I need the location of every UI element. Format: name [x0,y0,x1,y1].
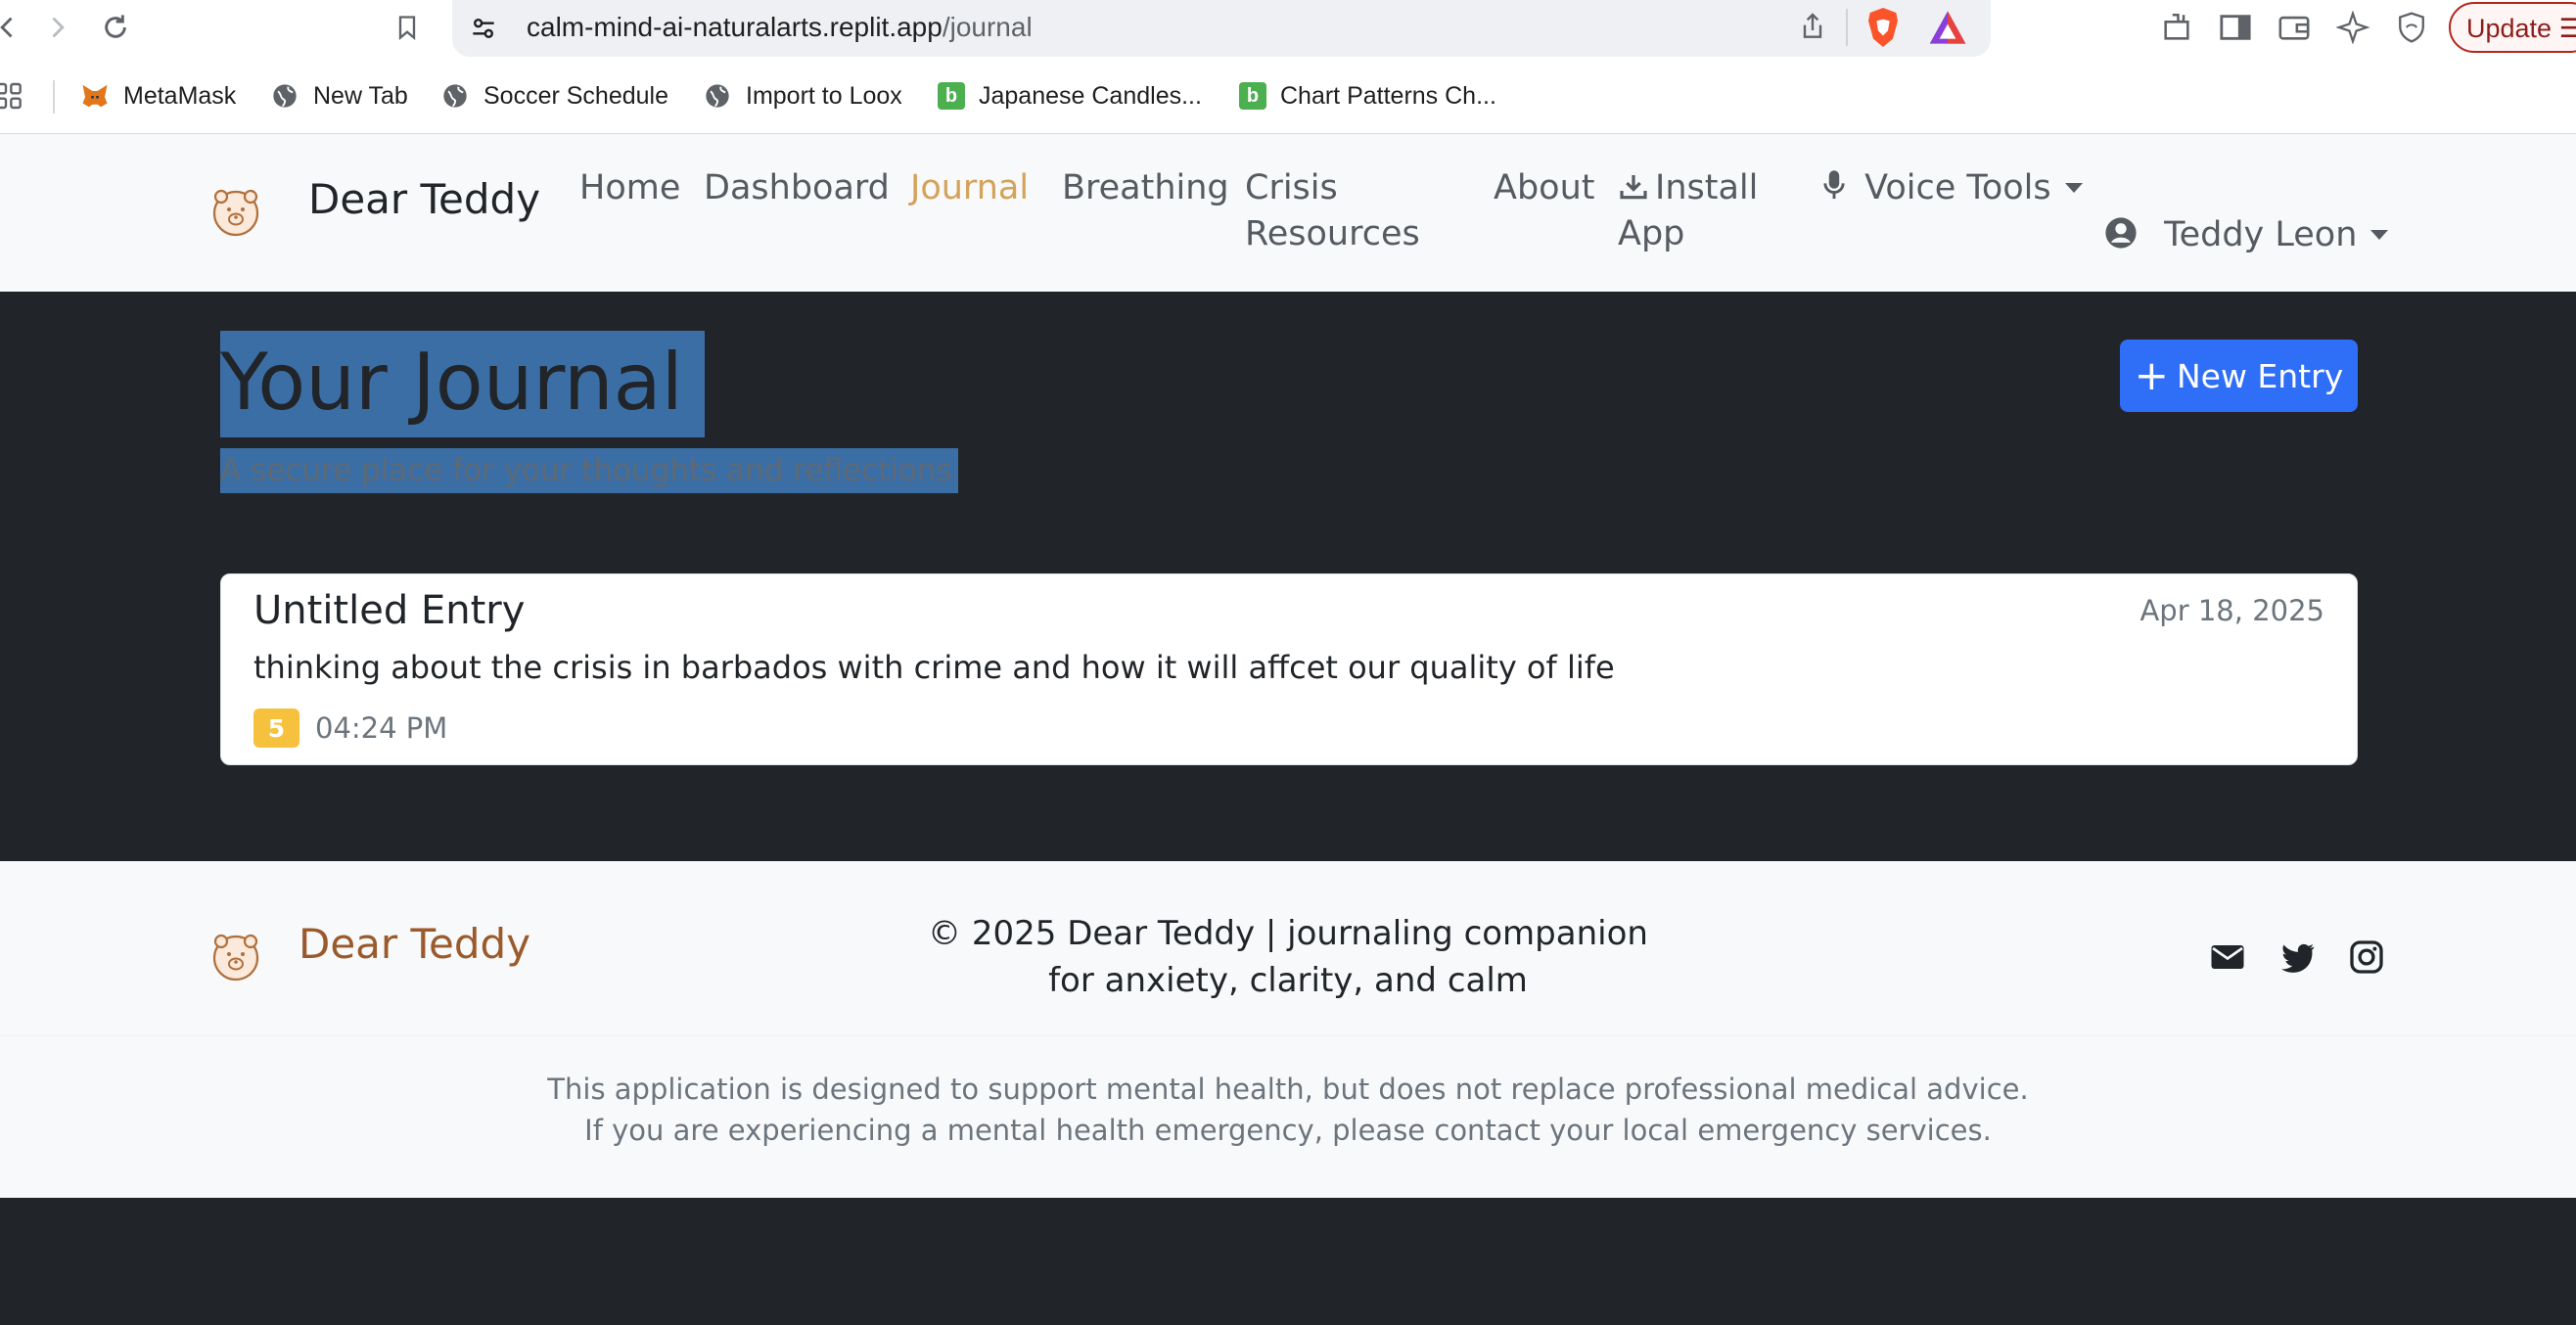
nav-about[interactable]: About [1494,165,1594,211]
instagram-icon[interactable] [2349,939,2384,975]
microphone-icon [1823,170,1845,200]
journal-main: Your Journal A secure place for your tho… [0,292,2576,861]
address-divider [1846,9,1848,46]
nav-install-line2: App [1618,214,1685,253]
sidebar-icon[interactable] [2216,8,2255,47]
medical-disclaimer: This application is designed to support … [309,1069,2267,1151]
url-host: calm-mind-ai-naturalarts.replit.app [527,12,943,42]
user-name: Teddy Leon [2164,215,2358,254]
chevron-down-icon [2064,183,2083,193]
disclaimer-line1: This application is designed to support … [547,1073,2029,1106]
bookmarks-divider [53,80,55,114]
teddy-logo-icon[interactable] [209,185,262,238]
apps-grid-icon[interactable] [0,78,25,117]
footer-copyright: © 2025 Dear Teddy | journaling companion… [881,910,1695,1004]
bookmark-label: Import to Loox [746,81,902,110]
share-icon[interactable] [1797,10,1828,47]
disclaimer-line2: If you are experiencing a mental health … [584,1114,1992,1147]
address-bar[interactable]: calm-mind-ai-naturalarts.replit.app/jour… [452,0,1991,57]
vpn-icon[interactable] [2392,8,2431,47]
nav-breathing[interactable]: Breathing [1062,165,1229,211]
journal-entry-card[interactable]: Untitled Entry Apr 18, 2025 thinking abo… [220,573,2358,765]
bookmark-import-to-loox[interactable]: Import to Loox [703,76,902,115]
footer-copyright-line1: © 2025 Dear Teddy | journaling companion [928,914,1648,953]
page-bottom-background [0,1198,2576,1325]
bookmark-japanese-candles[interactable]: b Japanese Candles... [938,76,1202,115]
address-row: calm-mind-ai-naturalarts.replit.app/jour… [0,0,2576,57]
update-button[interactable]: Update ☰ [2449,2,2576,53]
leo-ai-icon[interactable] [2333,8,2372,47]
nav-journal[interactable]: Journal [910,165,1029,211]
new-entry-label: New Entry [2176,356,2344,395]
teddy-logo-icon [212,934,259,982]
entry-date: Apr 18, 2025 [2139,594,2324,627]
brave-rewards-icon[interactable] [1928,9,1967,50]
bookmark-chart-patterns[interactable]: b Chart Patterns Ch... [1239,76,1496,115]
nav-voice-tools-label: Voice Tools [1864,168,2051,207]
extensions-icon[interactable] [2157,8,2196,47]
footer-copyright-line2: for anxiety, clarity, and calm [1048,961,1528,1000]
b-green-icon: b [1239,82,1266,110]
site-settings-icon[interactable] [468,13,499,48]
menu-icon: ☰ [2558,14,2576,43]
user-avatar-icon [2105,217,2137,249]
nav-dashboard[interactable]: Dashboard [704,165,890,211]
wallet-icon[interactable] [2275,8,2314,47]
globe-icon [703,81,732,111]
footer-divider [0,1035,2576,1036]
site-footer: Dear Teddy © 2025 Dear Teddy | journalin… [0,861,2576,1198]
bookmark-label: Soccer Schedule [483,81,669,110]
url-path: /journal [942,12,1033,42]
browser-chrome: calm-mind-ai-naturalarts.replit.app/jour… [0,0,2576,134]
bookmark-metamask[interactable]: MetaMask [80,76,236,115]
globe-icon [440,81,470,111]
bookmark-label: MetaMask [123,81,237,110]
nav-voice-tools-dropdown[interactable]: Voice Tools [1820,165,2083,211]
download-icon [1620,175,1647,200]
bookmark-label: Japanese Candles... [979,81,1202,110]
brand-name[interactable]: Dear Teddy [308,175,540,223]
forward-icon[interactable] [35,6,78,49]
chevron-down-icon [2370,230,2389,240]
email-icon[interactable] [2210,939,2245,975]
bookmark-label: Chart Patterns Ch... [1280,81,1496,110]
nav-home[interactable]: Home [579,165,680,211]
nav-install-app[interactable]: Install App [1618,165,1758,257]
user-menu-dropdown[interactable]: Teddy Leon [2104,212,2389,258]
back-icon[interactable] [0,6,29,49]
twitter-icon[interactable] [2280,939,2316,975]
nav-crisis-line1: Crisis [1245,168,1338,207]
entry-title: Untitled Entry [253,588,526,633]
nav-crisis-resources[interactable]: Crisis Resources [1245,165,1420,257]
site-navbar: Dear Teddy Home Dashboard Journal Breath… [0,134,2576,292]
nav-crisis-line2: Resources [1245,214,1420,253]
entry-text: thinking about the crisis in barbados wi… [253,649,1615,686]
metamask-fox-icon [80,81,110,111]
mood-badge: 5 [253,708,299,748]
bookmarks-bar: MetaMask New Tab Soccer Schedule Import … [0,69,2576,123]
brave-shield-icon[interactable] [1863,6,1903,53]
page-title: Your Journal [220,331,705,440]
globe-icon [270,81,299,111]
bookmark-label: New Tab [313,81,408,110]
entry-time: 04:24 PM [315,711,448,745]
page-title-text: Your Journal [220,331,705,437]
nav-install-line1: Install [1655,168,1759,207]
bookmark-soccer-schedule[interactable]: Soccer Schedule [440,76,668,115]
page-subtitle: A secure place for your thoughts and ref… [220,448,958,493]
reload-icon[interactable] [94,6,137,49]
bookmark-page-icon[interactable] [386,6,429,49]
update-label: Update [2466,14,2553,43]
b-green-icon: b [938,82,965,110]
url-text: calm-mind-ai-naturalarts.replit.app/jour… [527,12,1033,43]
new-entry-button[interactable]: + New Entry [2120,340,2358,412]
plus-icon: + [2134,351,2169,399]
footer-brand: Dear Teddy [299,920,531,968]
bookmark-new-tab[interactable]: New Tab [270,76,408,115]
